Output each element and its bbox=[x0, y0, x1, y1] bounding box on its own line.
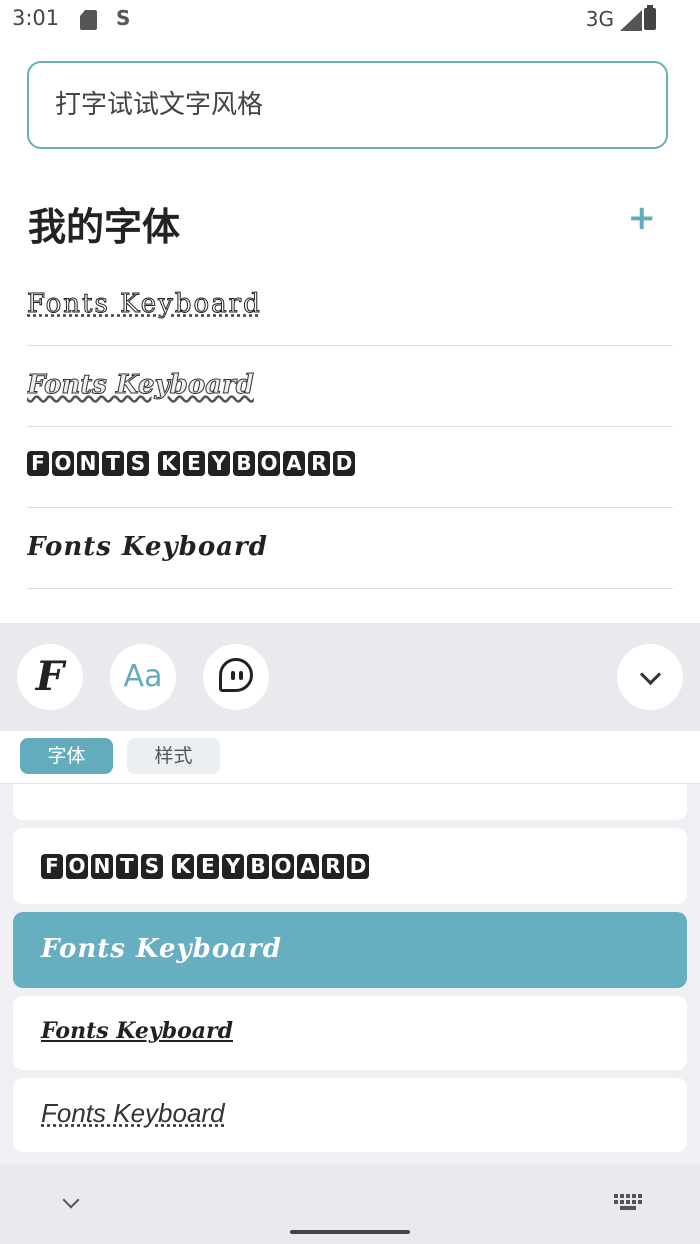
font-row[interactable]: Fonts Keyboard bbox=[27, 265, 673, 346]
home-indicator[interactable] bbox=[290, 1230, 410, 1234]
tab-fonts[interactable]: 字体 bbox=[20, 738, 113, 774]
font-row[interactable]: Fonts Keyboard bbox=[27, 508, 673, 589]
my-fonts-list: Fonts Keyboard Fonts Keyboard FONTSKEYBO… bbox=[27, 265, 673, 623]
signal-icon bbox=[620, 10, 642, 31]
list-item[interactable]: Fonts Keyboard bbox=[13, 996, 687, 1070]
list-item[interactable]: Fonts Keyboard bbox=[13, 1078, 687, 1152]
navigation-bar bbox=[0, 1164, 700, 1244]
font-icon[interactable]: F bbox=[17, 644, 83, 710]
tab-styles[interactable]: 样式 bbox=[127, 738, 220, 774]
font-sample-outlined: Fonts Keyboard bbox=[27, 289, 262, 320]
emoji-icon[interactable] bbox=[203, 644, 269, 710]
status-time: 3:01 bbox=[12, 6, 60, 30]
s-app-icon: S bbox=[116, 6, 131, 30]
font-sample-gothic: Fonts Keyboard bbox=[27, 532, 268, 562]
list-item[interactable]: FONTSKEYBOARD bbox=[13, 828, 687, 904]
font-row[interactable]: FONTSKEYBOARD bbox=[27, 427, 673, 508]
font-sample-boxed: FONTSKEYBOARD bbox=[27, 451, 358, 476]
network-type: 3G bbox=[585, 7, 614, 31]
font-sample-script: Fonts Keyboard bbox=[27, 370, 254, 401]
list-item[interactable] bbox=[13, 784, 687, 820]
chevron-down-icon[interactable] bbox=[617, 644, 683, 710]
status-bar: 3:01 S 3G bbox=[0, 0, 700, 44]
battery-icon bbox=[644, 5, 656, 30]
aa-icon[interactable]: Aa bbox=[110, 644, 176, 710]
tabs-bar: 字体 样式 bbox=[0, 731, 700, 784]
style-sample-italic: Fonts Keyboard bbox=[41, 1098, 225, 1128]
list-item-selected[interactable]: Fonts Keyboard bbox=[13, 912, 687, 988]
keyboard-toolbar: F Aa bbox=[0, 623, 700, 731]
try-text-input[interactable]: 打字试试文字风格 bbox=[27, 61, 668, 149]
my-fonts-title: 我的字体 bbox=[28, 205, 181, 249]
keyboard-icon[interactable] bbox=[614, 1194, 642, 1212]
add-icon[interactable]: + bbox=[628, 201, 657, 235]
chevron-down-icon[interactable] bbox=[62, 1191, 80, 1209]
sd-card-icon bbox=[80, 10, 97, 30]
style-sample-gothic: Fonts Keyboard bbox=[41, 934, 282, 964]
style-sample-boxed: FONTSKEYBOARD bbox=[41, 854, 372, 879]
font-row[interactable]: Fonts Keyboard bbox=[27, 346, 673, 427]
style-sample-script: Fonts Keyboard bbox=[41, 1018, 233, 1044]
style-list: FONTSKEYBOARD Fonts Keyboard Fonts Keybo… bbox=[0, 784, 700, 1164]
